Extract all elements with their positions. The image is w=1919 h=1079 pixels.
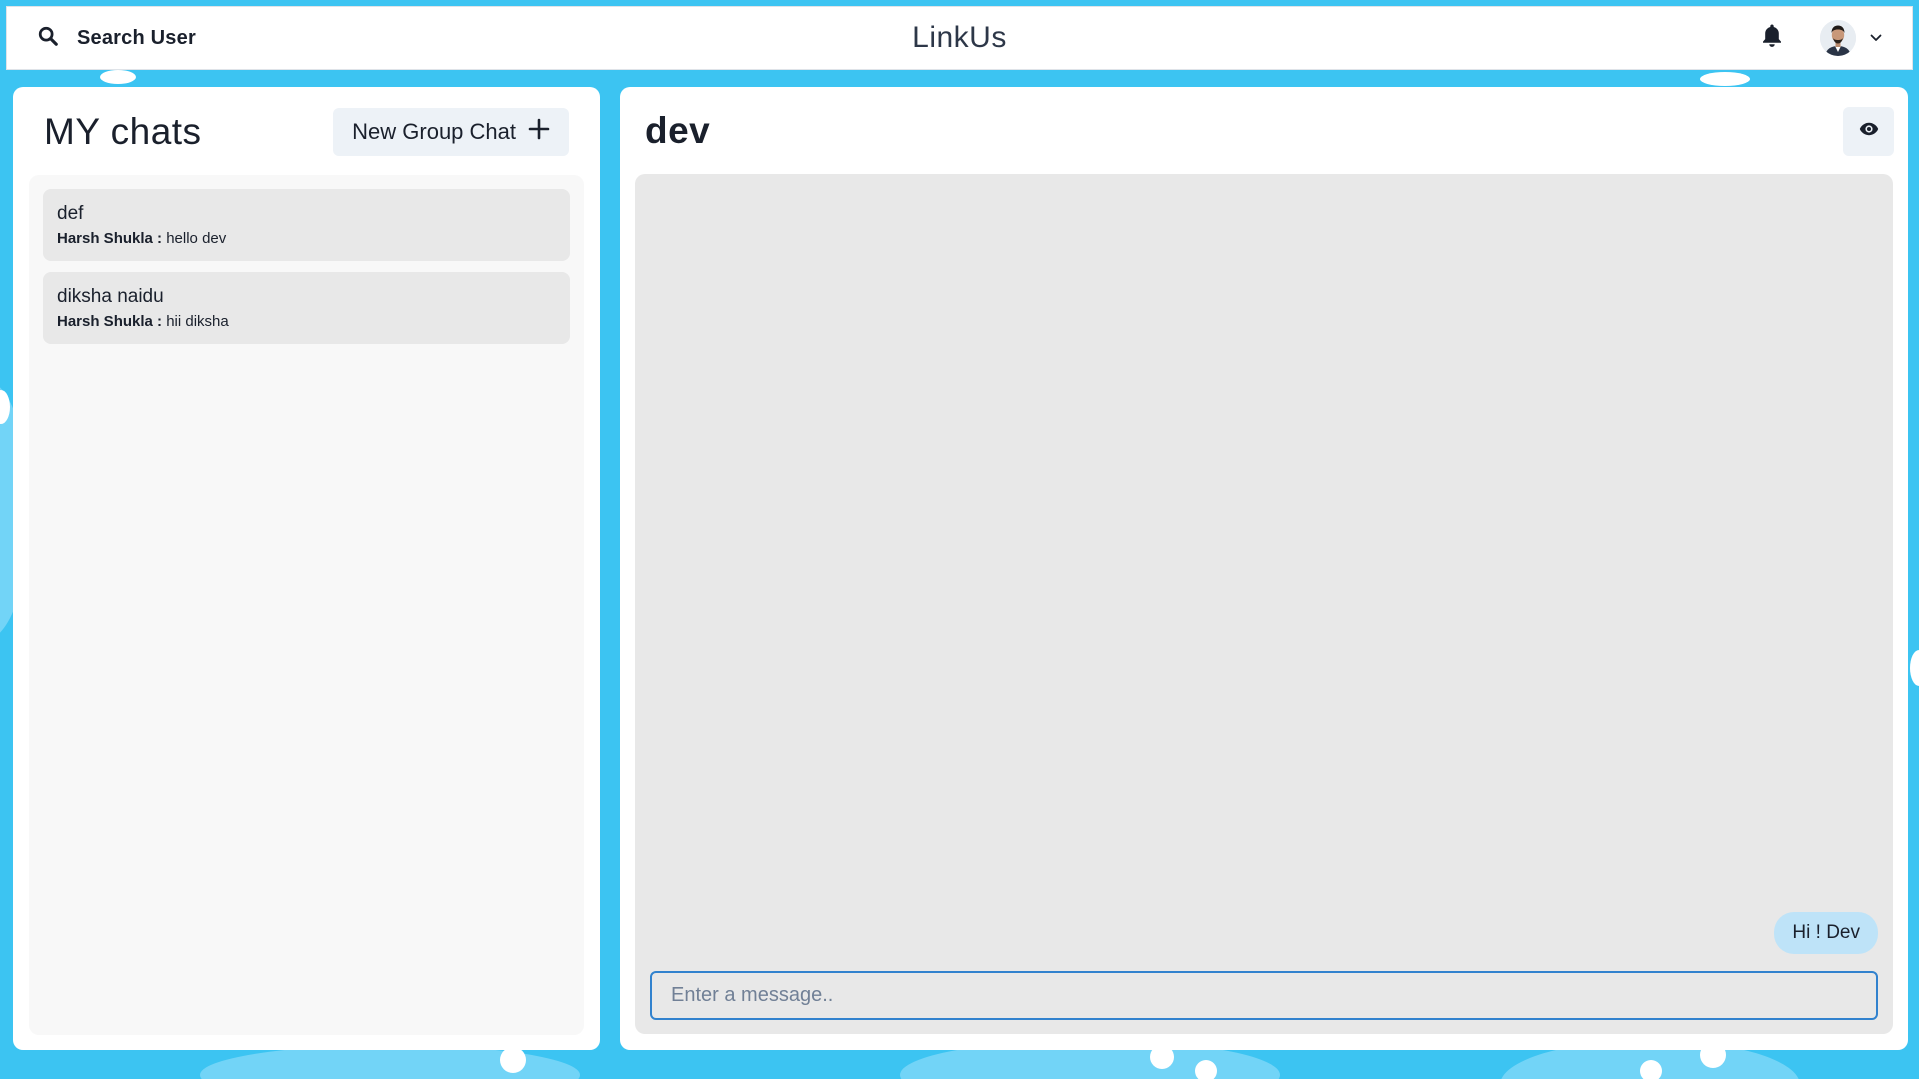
eye-icon [1859, 122, 1879, 141]
chat-list-item[interactable]: def Harsh Shukla : hello dev [43, 189, 570, 261]
search-icon [37, 25, 59, 52]
search-user-button[interactable]: Search User [37, 25, 196, 52]
chat-name: def [57, 203, 84, 224]
chat-list: def Harsh Shukla : hello dev diksha naid… [29, 175, 584, 1035]
avatar [1820, 20, 1856, 56]
message-bubble: Hi ! Dev [1774, 912, 1878, 954]
background-dot [1910, 650, 1919, 686]
app-title: LinkUs [912, 21, 1007, 54]
chevron-down-icon [1870, 29, 1882, 47]
chat-last-message: Harsh Shukla : hii diksha [57, 313, 556, 330]
search-user-label: Search User [77, 26, 196, 49]
message-input[interactable] [650, 971, 1878, 1020]
background-dot [1640, 1060, 1662, 1079]
chat-sender: Harsh Shukla : [57, 313, 163, 330]
background-dot [1195, 1060, 1217, 1079]
conversation-title: dev [645, 110, 711, 151]
user-menu-button[interactable] [1820, 20, 1882, 56]
background-dot [500, 1047, 526, 1073]
chat-name: diksha naidu [57, 286, 164, 307]
view-profile-button[interactable] [1843, 106, 1894, 156]
background-dot [1700, 72, 1750, 86]
background-dot [100, 70, 136, 84]
top-bar: Search User LinkUs [6, 6, 1913, 70]
new-group-chat-button[interactable]: New Group Chat [333, 108, 569, 156]
conversation-panel: dev Hi ! Dev [620, 87, 1908, 1050]
bell-icon[interactable] [1760, 23, 1784, 54]
new-group-chat-label: New Group Chat [352, 119, 516, 144]
my-chats-title: MY chats [44, 111, 202, 152]
chat-message-text: hello dev [166, 230, 227, 247]
messages-area: Hi ! Dev [635, 174, 1893, 1034]
chat-last-message: Harsh Shukla : hello dev [57, 230, 556, 247]
chat-list-item[interactable]: diksha naidu Harsh Shukla : hii diksha [43, 272, 570, 344]
chat-sender: Harsh Shukla : [57, 230, 163, 247]
chat-message-text: hii diksha [166, 313, 229, 330]
plus-icon [528, 118, 550, 146]
my-chats-panel: MY chats New Group Chat def Harsh Shukla… [13, 87, 600, 1050]
